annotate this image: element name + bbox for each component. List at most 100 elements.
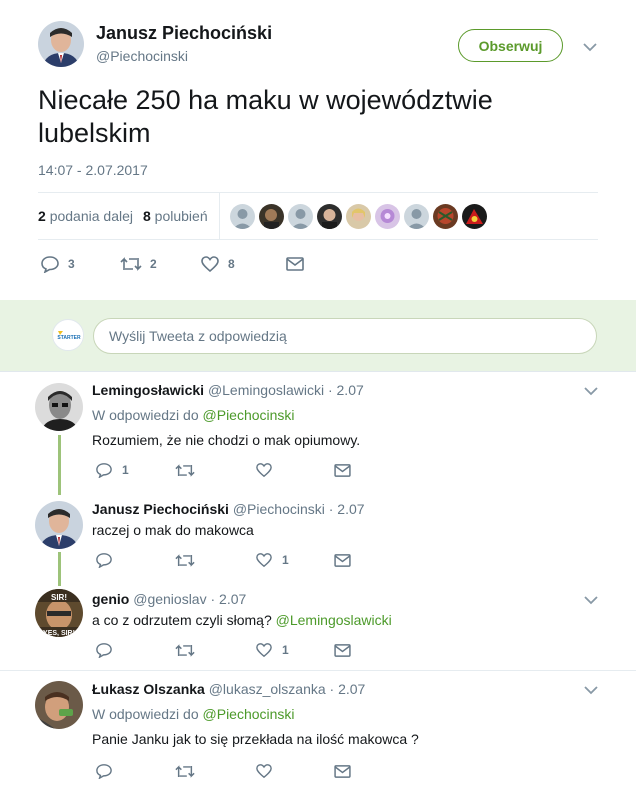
mention-link[interactable]: @Piechocinski [203, 706, 295, 722]
reply-icon [96, 643, 112, 658]
retweet-action[interactable]: 2 [120, 256, 200, 272]
reply-author[interactable]: Łukasz Olszanka @lukasz_olszanka · 2.07 [92, 681, 365, 697]
retweet-count: 2 [150, 257, 157, 271]
liker-avatar[interactable] [230, 204, 255, 229]
chevron-down-icon[interactable] [584, 595, 598, 605]
retweet-icon [175, 764, 195, 778]
own-avatar[interactable]: STARTER [52, 319, 84, 351]
reply-item[interactable]: SIR! YES, SIR! genio @genioslav · 2.07 a… [0, 585, 636, 669]
liker-avatars [230, 204, 487, 229]
reply-author[interactable]: Lemingosławicki @Lemingoslawicki · 2.07 [92, 382, 364, 398]
reply-input[interactable]: Wyślij Tweeta z odpowiedzią [93, 318, 597, 354]
author-name[interactable]: Janusz Piechociński [96, 23, 272, 44]
chevron-down-icon[interactable] [584, 386, 598, 396]
like-action[interactable]: 8 [200, 255, 286, 273]
reply-text: Panie Janku jak to się przekłada na iloś… [92, 731, 419, 747]
message-action[interactable] [334, 463, 351, 477]
author-avatar[interactable] [38, 21, 84, 67]
reply-avatar[interactable] [35, 501, 83, 549]
heart-icon [256, 643, 272, 658]
reply-actions: 1 [95, 552, 351, 568]
divider [38, 192, 598, 193]
reply-action[interactable] [95, 763, 175, 779]
like-action[interactable]: 1 [255, 552, 334, 568]
envelope-icon [286, 257, 304, 271]
liker-avatar[interactable] [317, 204, 342, 229]
reply-icon [96, 764, 112, 779]
liker-avatar[interactable] [375, 204, 400, 229]
reply-avatar[interactable] [35, 383, 83, 431]
likes-stat[interactable]: 8 polubień [143, 208, 208, 224]
retweet-icon [120, 257, 142, 271]
reply-icon [96, 463, 112, 478]
reply-author[interactable]: genio @genioslav · 2.07 [92, 591, 246, 607]
thread-line [58, 435, 61, 495]
thread-line [58, 552, 61, 586]
reply-icon [96, 553, 112, 568]
stats-separator [219, 193, 220, 239]
like-action[interactable] [255, 763, 334, 779]
reply-action[interactable] [95, 642, 175, 658]
reply-context: W odpowiedzi do @Piechocinski [92, 706, 295, 722]
follow-button[interactable]: Obserwuj [458, 29, 563, 62]
tweet-stats: 2 podania dalej 8 polubień [38, 208, 208, 224]
divider [38, 239, 598, 240]
liker-avatar[interactable] [259, 204, 284, 229]
retweet-icon [175, 553, 195, 567]
reply-count: 3 [68, 257, 75, 271]
main-tweet: Janusz Piechociński @Piechocinski Obserw… [0, 0, 636, 300]
message-action[interactable] [334, 643, 351, 657]
heart-icon [256, 553, 272, 568]
logo-text: STARTER [57, 335, 81, 341]
reply-item[interactable]: Janusz Piechociński @Piechocinski · 2.07… [0, 495, 636, 583]
envelope-icon [334, 553, 351, 567]
heart-icon [201, 256, 219, 273]
reply-text: raczej o mak do makowca [92, 522, 254, 538]
message-action[interactable] [286, 257, 304, 271]
reply-item[interactable]: Lemingosławicki @Lemingoslawicki · 2.07 … [0, 373, 636, 490]
tweet-actions: 3 2 8 [40, 255, 304, 273]
reply-item[interactable]: Łukasz Olszanka @lukasz_olszanka · 2.07 … [0, 671, 636, 792]
liker-avatar[interactable] [404, 204, 429, 229]
like-count: 8 [228, 257, 235, 271]
like-action[interactable] [255, 462, 334, 478]
retweets-stat[interactable]: 2 podania dalej [38, 208, 133, 224]
mention-link[interactable]: @Lemingoslawicki [276, 612, 392, 628]
tweet-timestamp[interactable]: 14:07 - 2.07.2017 [38, 162, 148, 178]
liker-avatar[interactable] [462, 204, 487, 229]
reply-actions: 1 [95, 642, 351, 658]
message-action[interactable] [334, 553, 351, 567]
avatar-caption-top: SIR! [51, 593, 67, 602]
reply-text: Rozumiem, że nie chodzi o mak opiumowy. [92, 432, 361, 448]
liker-avatar[interactable] [433, 204, 458, 229]
retweet-icon [175, 463, 195, 477]
envelope-icon [334, 764, 351, 778]
reply-avatar[interactable]: SIR! YES, SIR! [35, 589, 83, 637]
reply-actions [95, 763, 351, 779]
author-handle[interactable]: @Piechocinski [96, 48, 188, 64]
reply-action[interactable]: 1 [95, 462, 175, 478]
message-action[interactable] [334, 764, 351, 778]
retweet-action[interactable] [175, 463, 255, 478]
reply-text: a co z odrzutem czyli słomą? @Lemingosla… [92, 612, 392, 628]
retweet-action[interactable] [175, 764, 255, 779]
reply-avatar[interactable] [35, 681, 83, 729]
mention-link[interactable]: @Piechocinski [203, 407, 295, 423]
retweet-action[interactable] [175, 553, 255, 568]
reply-count: 1 [122, 463, 129, 477]
chevron-down-icon[interactable] [583, 42, 597, 52]
tweet-text: Niecałe 250 ha maku w województwie lubel… [38, 85, 493, 148]
reply-action[interactable] [95, 552, 175, 568]
like-action[interactable]: 1 [255, 642, 334, 658]
chevron-down-icon[interactable] [584, 685, 598, 695]
retweet-action[interactable] [175, 643, 255, 658]
heart-icon [256, 463, 272, 478]
liker-avatar[interactable] [288, 204, 313, 229]
reply-author[interactable]: Janusz Piechociński @Piechocinski · 2.07 [92, 501, 365, 517]
like-count: 1 [282, 553, 289, 567]
like-count: 1 [282, 643, 289, 657]
reply-composer: STARTER Wyślij Tweeta z odpowiedzią [0, 300, 636, 372]
reply-action[interactable]: 3 [40, 255, 120, 273]
liker-avatar[interactable] [346, 204, 371, 229]
envelope-icon [334, 643, 351, 657]
